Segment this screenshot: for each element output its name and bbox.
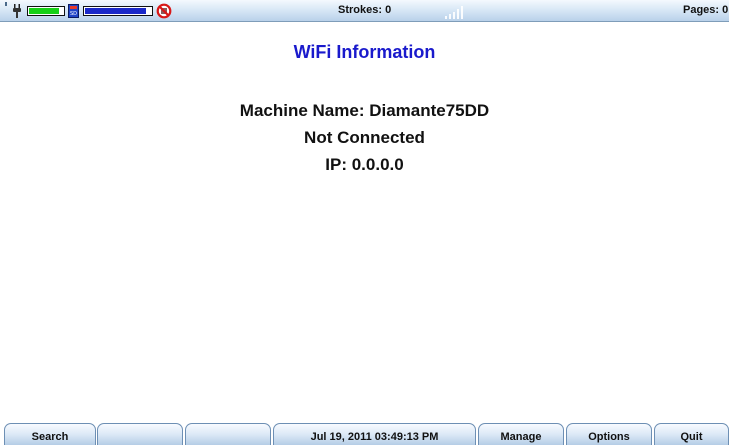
plug-icon xyxy=(13,4,21,18)
battery-icon xyxy=(27,6,65,16)
sd-card-icon: SD xyxy=(68,4,79,18)
storage-level-fill xyxy=(85,8,147,14)
corner-mark xyxy=(5,2,7,6)
datetime-display: Jul 19, 2011 03:49:13 PM xyxy=(273,423,476,445)
search-button[interactable]: Search xyxy=(4,423,96,445)
strokes-counter: Strokes: 0 xyxy=(338,4,392,16)
connection-status: Not Connected xyxy=(304,128,425,147)
softkey-bar: Search Jul 19, 2011 03:49:13 PM Manage O… xyxy=(0,423,729,445)
no-printer-icon xyxy=(156,3,172,19)
blank-softkey-1[interactable] xyxy=(97,423,183,445)
manage-button[interactable]: Manage xyxy=(478,423,564,445)
blank-softkey-2[interactable] xyxy=(185,423,271,445)
storage-icon xyxy=(83,6,153,16)
battery-level-fill xyxy=(29,8,60,14)
sd-card-label: SD xyxy=(69,11,78,17)
status-bar: SD Strokes: 0 Pages: 0 xyxy=(0,0,729,22)
signal-icon xyxy=(445,6,463,19)
page-title: WiFi Information xyxy=(293,42,436,62)
options-button[interactable]: Options xyxy=(566,423,652,445)
quit-button[interactable]: Quit xyxy=(654,423,729,445)
ip-address: IP: 0.0.0.0 xyxy=(325,155,404,174)
machine-name: Machine Name: Diamante75DD xyxy=(239,101,490,120)
sd-card-indicator xyxy=(70,6,77,9)
pages-counter: Pages: 0 xyxy=(683,4,729,16)
